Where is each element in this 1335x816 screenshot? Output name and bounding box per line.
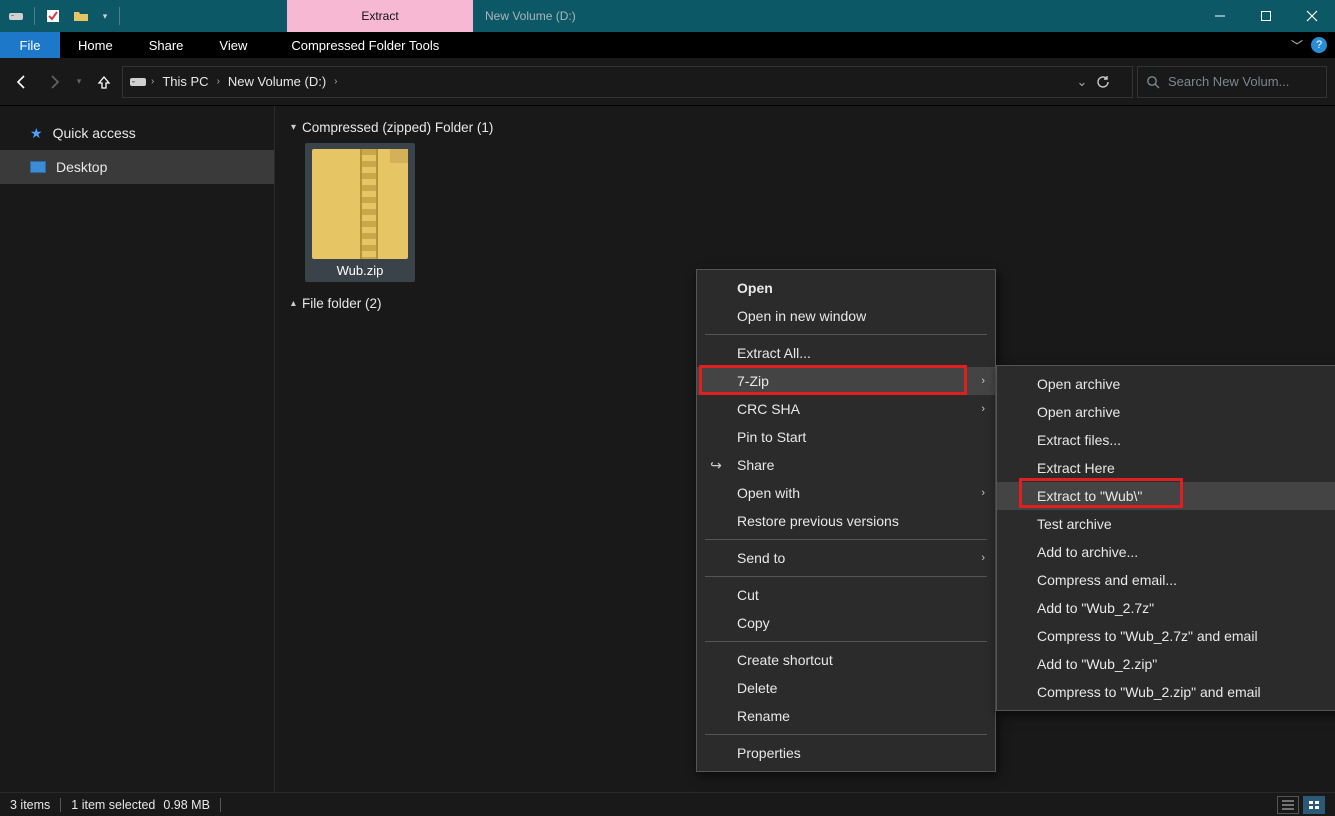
submenu-extract-to[interactable]: Extract to "Wub\" [997,482,1335,510]
help-icon[interactable]: ? [1311,37,1327,53]
navigation-bar: ▾ › This PC › New Volume (D:) › ⌄ Search… [0,58,1335,106]
navigation-pane: ★ Quick access Desktop [0,106,275,792]
menu-7zip[interactable]: 7-Zip› [697,367,995,395]
breadcrumb-current[interactable]: New Volume (D:) [224,74,330,89]
submenu-extract-files[interactable]: Extract files... [997,426,1335,454]
menu-rename[interactable]: Rename [697,702,995,730]
submenu-7zip: Open archive Open archive› Extract files… [996,365,1335,711]
qat-drive-icon[interactable] [4,0,28,32]
status-size: 0.98 MB [163,798,210,812]
menu-copy[interactable]: Copy [697,609,995,637]
ribbon-tab-home[interactable]: Home [60,32,131,58]
view-details-button[interactable] [1277,796,1299,814]
qat-dropdown-icon[interactable]: ▾ [97,0,113,32]
chevron-right-icon[interactable]: › [334,76,337,87]
menu-extract-all[interactable]: Extract All... [697,339,995,367]
drive-icon [129,75,147,89]
menu-delete[interactable]: Delete [697,674,995,702]
minimize-button[interactable] [1197,0,1243,32]
submenu-open-archive-more[interactable]: Open archive› [997,398,1335,426]
sidebar-quick-access[interactable]: ★ Quick access [0,116,274,150]
menu-share[interactable]: ↪Share [697,451,995,479]
view-large-icons-button[interactable] [1303,796,1325,814]
content-pane[interactable]: ▾ Compressed (zipped) Folder (1) Wub.zip… [275,106,1335,792]
ribbon-collapse-icon[interactable]: ﹀ [1291,37,1303,54]
forward-button[interactable] [40,68,68,96]
chevron-right-icon: › [981,552,985,564]
refresh-icon[interactable] [1096,75,1126,89]
status-bar: 3 items 1 item selected 0.98 MB [0,792,1335,816]
ribbon-file-tab[interactable]: File [0,32,60,58]
desktop-icon [30,161,46,173]
file-name: Wub.zip [309,263,411,278]
menu-send-to[interactable]: Send to› [697,544,995,572]
menu-open-new-window[interactable]: Open in new window [697,302,995,330]
menu-cut[interactable]: Cut [697,581,995,609]
maximize-button[interactable] [1243,0,1289,32]
quick-access-toolbar: ▾ [0,0,126,32]
sidebar-desktop[interactable]: Desktop [0,150,274,184]
zip-folder-icon [312,149,408,259]
qat-newfolder-icon[interactable] [69,0,93,32]
group-label: Compressed (zipped) Folder (1) [302,120,493,135]
star-icon: ★ [30,125,43,142]
chevron-right-icon[interactable]: › [217,76,220,87]
chevron-down-icon: ▾ [291,122,296,133]
search-placeholder: Search New Volum... [1168,74,1289,89]
search-icon [1146,75,1160,89]
submenu-add-to-archive[interactable]: Add to archive... [997,538,1335,566]
menu-restore-previous[interactable]: Restore previous versions [697,507,995,535]
submenu-compress-email[interactable]: Compress and email... [997,566,1335,594]
chevron-right-icon: › [981,403,985,415]
menu-crc-sha[interactable]: CRC SHA› [697,395,995,423]
context-menu: Open Open in new window Extract All... 7… [696,269,996,772]
search-box[interactable]: Search New Volum... [1137,66,1327,98]
menu-properties[interactable]: Properties [697,739,995,767]
menu-open-with[interactable]: Open with› [697,479,995,507]
window-title: New Volume (D:) [473,0,576,32]
address-bar[interactable]: › This PC › New Volume (D:) › ⌄ [122,66,1133,98]
ribbon-tab-compressed-tools[interactable]: Compressed Folder Tools [273,32,457,58]
file-wub-zip[interactable]: Wub.zip [305,143,415,282]
group-compressed[interactable]: ▾ Compressed (zipped) Folder (1) [291,120,1323,135]
address-dropdown-icon[interactable]: ⌄ [1072,74,1092,90]
menu-open[interactable]: Open [697,274,995,302]
submenu-add-zip[interactable]: Add to "Wub_2.zip" [997,650,1335,678]
menu-pin-to-start[interactable]: Pin to Start [697,423,995,451]
menu-create-shortcut[interactable]: Create shortcut [697,646,995,674]
main-area: ★ Quick access Desktop ▾ Compressed (zip… [0,106,1335,792]
chevron-right-icon: ▸ [288,301,299,306]
status-item-count: 3 items [10,798,50,812]
breadcrumb-this-pc[interactable]: This PC [158,74,212,89]
close-button[interactable] [1289,0,1335,32]
recent-dropdown[interactable]: ▾ [72,68,86,96]
contextual-tab-extract[interactable]: Extract [287,0,473,32]
status-selected: 1 item selected [71,798,155,812]
up-button[interactable] [90,68,118,96]
share-icon: ↪ [707,457,725,474]
back-button[interactable] [8,68,36,96]
qat-properties-icon[interactable] [41,0,65,32]
ribbon: File Home Share View Compressed Folder T… [0,32,1335,58]
chevron-right-icon: › [981,487,985,499]
submenu-add-7z[interactable]: Add to "Wub_2.7z" [997,594,1335,622]
submenu-test-archive[interactable]: Test archive [997,510,1335,538]
sidebar-label: Desktop [56,159,107,175]
ribbon-tab-share[interactable]: Share [131,32,202,58]
submenu-compress-zip-email[interactable]: Compress to "Wub_2.zip" and email [997,678,1335,706]
group-label: File folder (2) [302,296,382,311]
submenu-compress-7z-email[interactable]: Compress to "Wub_2.7z" and email [997,622,1335,650]
chevron-right-icon[interactable]: › [151,76,154,87]
ribbon-tab-view[interactable]: View [201,32,265,58]
title-bar: ▾ Extract New Volume (D:) [0,0,1335,32]
chevron-right-icon: › [981,375,985,387]
submenu-extract-here[interactable]: Extract Here [997,454,1335,482]
sidebar-label: Quick access [53,125,136,141]
submenu-open-archive[interactable]: Open archive [997,370,1335,398]
